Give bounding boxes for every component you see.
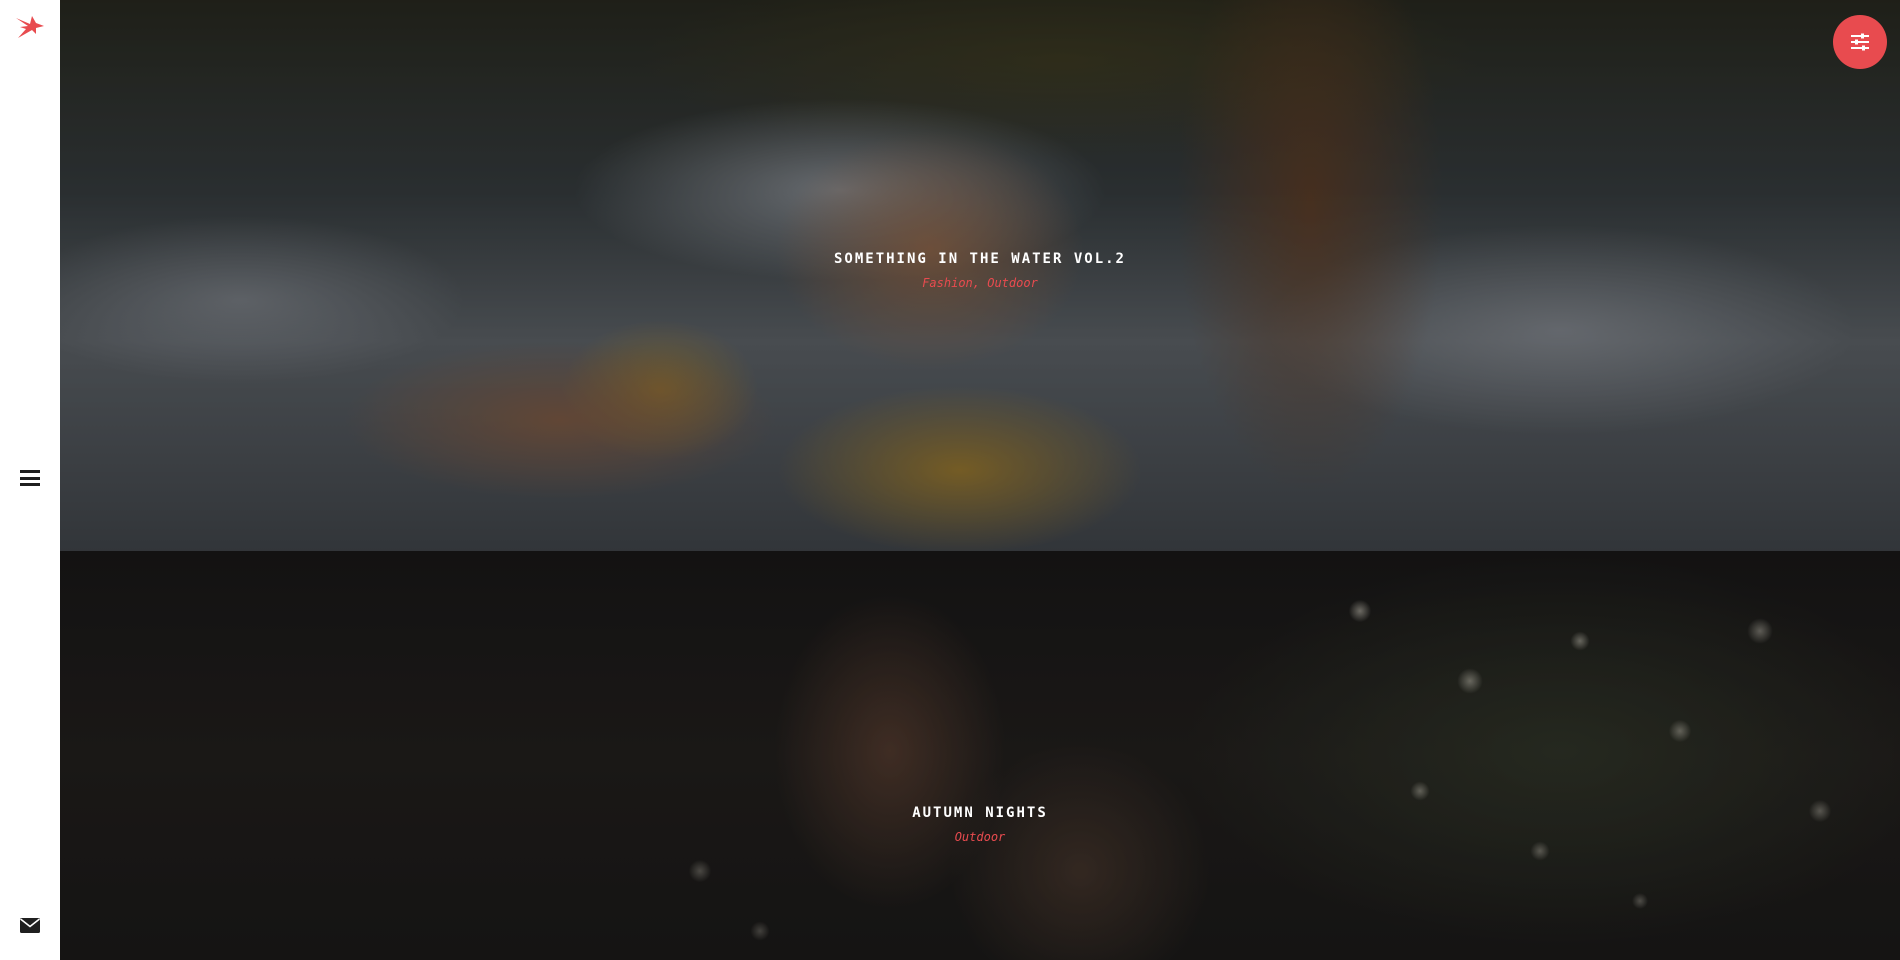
sidebar [0,0,60,960]
project-title[interactable]: SOMETHING IN THE WATER VOL.2 [60,251,1900,267]
menu-bar [20,476,40,480]
settings-button[interactable] [1833,15,1887,69]
menu-bar [20,483,40,486]
project-tags[interactable]: Outdoor [60,830,1900,844]
sliders-icon [1851,33,1869,51]
menu-bar [20,470,40,473]
envelope-icon[interactable] [20,918,40,933]
project-title[interactable]: AUTUMN NIGHTS [60,805,1900,821]
project-caption: AUTUMN NIGHTS Outdoor [60,805,1900,844]
bird-icon[interactable] [14,14,46,42]
project-card-something-in-the-water[interactable]: SOMETHING IN THE WATER VOL.2 Fashion, Ou… [60,0,1900,551]
project-list: SOMETHING IN THE WATER VOL.2 Fashion, Ou… [60,0,1900,960]
project-tags[interactable]: Fashion, Outdoor [60,276,1900,290]
project-card-autumn-nights[interactable]: AUTUMN NIGHTS Outdoor [60,551,1900,960]
cover-overlay [60,551,1900,960]
project-caption: SOMETHING IN THE WATER VOL.2 Fashion, Ou… [60,251,1900,290]
hamburger-menu-icon[interactable] [20,470,40,488]
